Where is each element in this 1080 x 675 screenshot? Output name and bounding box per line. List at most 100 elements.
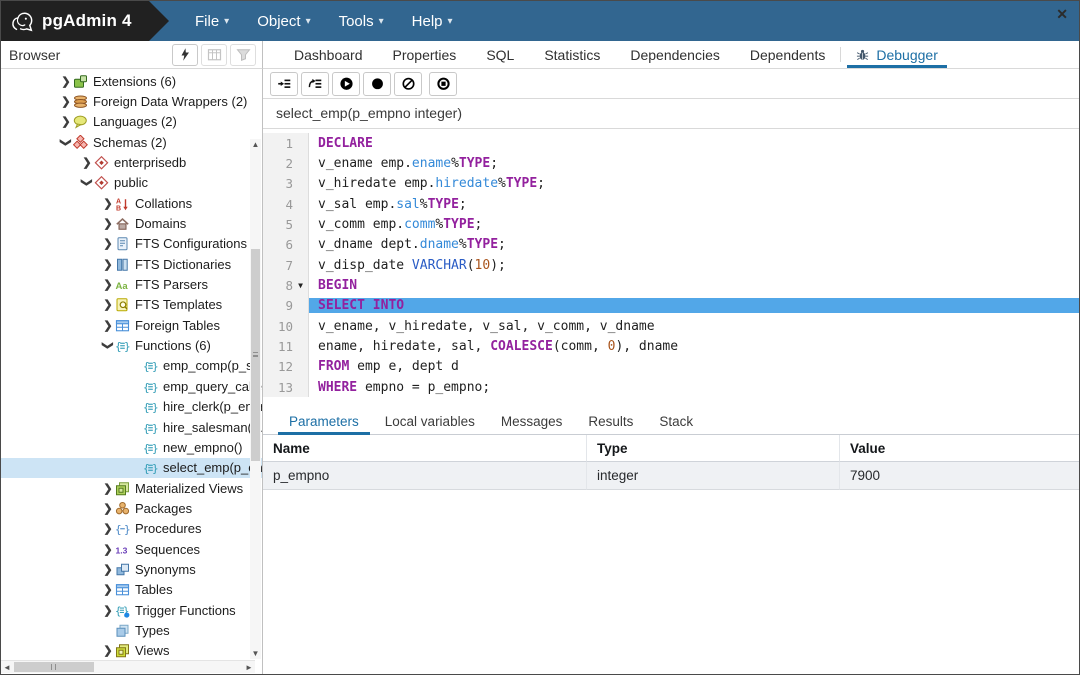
horizontal-scrollbar[interactable]: ◄ ►: [1, 660, 255, 673]
tree-item-types[interactable]: Types: [1, 620, 262, 640]
tab-properties[interactable]: Properties: [378, 41, 472, 68]
tree-item-collations[interactable]: ❯ABCollations: [1, 193, 262, 213]
tab-messages[interactable]: Messages: [488, 409, 576, 434]
scroll-up-icon[interactable]: ▲: [250, 139, 261, 150]
tree-item-fts-dictionaries[interactable]: ❯FTS Dictionaries: [1, 254, 262, 274]
object-tree: ❯Extensions (6)❯Foreign Data Wrappers (2…: [1, 69, 262, 661]
chevron-right-icon: ❯: [101, 502, 115, 515]
clear-breakpoints-button[interactable]: [394, 72, 422, 96]
scroll-left-icon[interactable]: ◄: [1, 661, 13, 673]
tree-item-hire-clerk-p-enar[interactable]: {}hire_clerk(p_enar: [1, 397, 262, 417]
function-icon: {}: [143, 460, 158, 475]
code-editor[interactable]: 1DECLARE2v_ename emp.ename%TYPE;3v_hired…: [263, 129, 1079, 409]
chevron-right-icon: ❯: [101, 604, 115, 617]
tree-item-fts-templates[interactable]: ❯FTS Templates: [1, 295, 262, 315]
tree-item-emp-query-calle[interactable]: {}emp_query_calle: [1, 376, 262, 396]
tree-item-label: Sequences: [135, 542, 200, 557]
chevron-right-icon: ❯: [101, 644, 115, 657]
token: comm: [404, 217, 435, 232]
package-icon: [115, 501, 130, 516]
tab-dependents[interactable]: Dependents: [735, 41, 841, 68]
tree-item-new-empno[interactable]: {}new_empno(): [1, 437, 262, 457]
fts-parser-icon: Aa: [115, 277, 130, 292]
query-tool-button[interactable]: [172, 44, 198, 66]
tab-parameters[interactable]: Parameters: [276, 409, 372, 434]
tree-item-select-emp-p-en[interactable]: {}select_emp(p_en: [1, 458, 262, 478]
tree-item-extensions-6[interactable]: ❯Extensions (6): [1, 71, 262, 91]
continue-button[interactable]: [332, 72, 360, 96]
trigger-function-icon: {}: [115, 603, 130, 618]
scroll-right-icon[interactable]: ►: [243, 661, 255, 673]
tree-item-trigger-functions[interactable]: ❯{}Trigger Functions: [1, 600, 262, 620]
svg-text:}: }: [152, 360, 158, 373]
tab-debugger[interactable]: Debugger: [841, 41, 953, 68]
tree-item-foreign-tables[interactable]: ❯Foreign Tables: [1, 315, 262, 335]
stop-button[interactable]: [429, 72, 457, 96]
tree-item-packages[interactable]: ❯Packages: [1, 498, 262, 518]
token: v_hiredate emp.: [318, 176, 435, 191]
tree-item-emp-comp-p-sa[interactable]: {}emp_comp(p_sa: [1, 356, 262, 376]
menu-tools[interactable]: Tools▾: [325, 1, 398, 41]
code-line-4: 4v_sal emp.sal%TYPE;: [263, 194, 1079, 214]
step-into-button[interactable]: [270, 72, 298, 96]
tree-item-fts-configurations[interactable]: ❯FTS Configurations: [1, 234, 262, 254]
tree-item-public[interactable]: ❯public: [1, 173, 262, 193]
tab-local-variables[interactable]: Local variables: [372, 409, 488, 434]
tree-item-views[interactable]: ❯Views: [1, 641, 262, 661]
token: v_sal emp.: [318, 197, 396, 212]
chevron-right-icon: ❯: [59, 75, 73, 88]
token: ;: [475, 217, 483, 232]
close-icon[interactable]: ✕: [1056, 6, 1068, 23]
menu-object[interactable]: Object▾: [243, 1, 324, 41]
tab-label: Parameters: [289, 414, 359, 429]
tree-item-functions-6[interactable]: ❯{}Functions (6): [1, 335, 262, 355]
token: (: [467, 258, 475, 273]
step-over-button[interactable]: [301, 72, 329, 96]
tree-item-tables[interactable]: ❯Tables: [1, 580, 262, 600]
titlebar: pgAdmin 4 File▾Object▾Tools▾Help▾: [1, 1, 1079, 41]
tree-item-fts-parsers[interactable]: ❯AaFTS Parsers: [1, 274, 262, 294]
language-icon: [73, 114, 88, 129]
tree-item-enterprisedb[interactable]: ❯enterprisedb: [1, 152, 262, 172]
tree-item-label: Schemas (2): [93, 135, 167, 150]
tree-item-procedures[interactable]: ❯{}Procedures: [1, 519, 262, 539]
code-line-5: 5v_comm emp.comm%TYPE;: [263, 214, 1079, 234]
svg-text:}: }: [124, 340, 130, 353]
tab-statistics[interactable]: Statistics: [529, 41, 615, 68]
tab-results[interactable]: Results: [575, 409, 646, 434]
code-text: v_sal emp.sal%TYPE;: [309, 197, 1079, 212]
line-gutter: 10: [263, 316, 309, 336]
elephant-logo-icon: [10, 9, 35, 34]
scroll-down-icon[interactable]: ▼: [250, 648, 261, 659]
tab-label: Statistics: [544, 47, 600, 63]
tree-item-languages-2[interactable]: ❯Languages (2): [1, 112, 262, 132]
tree-item-materialized-views[interactable]: ❯Materialized Views: [1, 478, 262, 498]
vertical-scrollbar-thumb[interactable]: [251, 249, 260, 461]
svg-text:}: }: [152, 442, 158, 455]
tree-item-hire-salesman-p[interactable]: {}hire_salesman(p.: [1, 417, 262, 437]
svg-text:B: B: [116, 205, 121, 211]
menu-help[interactable]: Help▾: [398, 1, 467, 41]
menu-file[interactable]: File▾: [181, 1, 243, 41]
vertical-scrollbar[interactable]: ▲ ▼: [250, 139, 261, 659]
tree-item-sequences[interactable]: ❯1.3Sequences: [1, 539, 262, 559]
sequence-icon: 1.3: [115, 542, 130, 557]
tab-dashboard[interactable]: Dashboard: [279, 41, 378, 68]
tree-item-domains[interactable]: ❯Domains: [1, 213, 262, 233]
tree-item-foreign-data-wrappers-2[interactable]: ❯Foreign Data Wrappers (2): [1, 91, 262, 111]
tab-label: Messages: [501, 414, 563, 429]
tab-dependencies[interactable]: Dependencies: [615, 41, 735, 68]
tree-item-schemas-2[interactable]: ❯Schemas (2): [1, 132, 262, 152]
function-icon: {}: [143, 420, 158, 435]
horizontal-scrollbar-thumb[interactable]: [14, 662, 94, 672]
tree-item-label: public: [114, 175, 148, 190]
svg-text:A: A: [116, 198, 121, 205]
tree-item-synonyms[interactable]: ❯Synonyms: [1, 559, 262, 579]
token: TYPE: [459, 156, 490, 171]
menubar: File▾Object▾Tools▾Help▾: [181, 1, 467, 41]
tab-sql[interactable]: SQL: [471, 41, 529, 68]
toggle-breakpoint-button[interactable]: [363, 72, 391, 96]
table-row[interactable]: p_empnointeger7900: [263, 462, 1079, 490]
tab-stack[interactable]: Stack: [646, 409, 706, 434]
token: empno = p_empno;: [357, 380, 490, 395]
